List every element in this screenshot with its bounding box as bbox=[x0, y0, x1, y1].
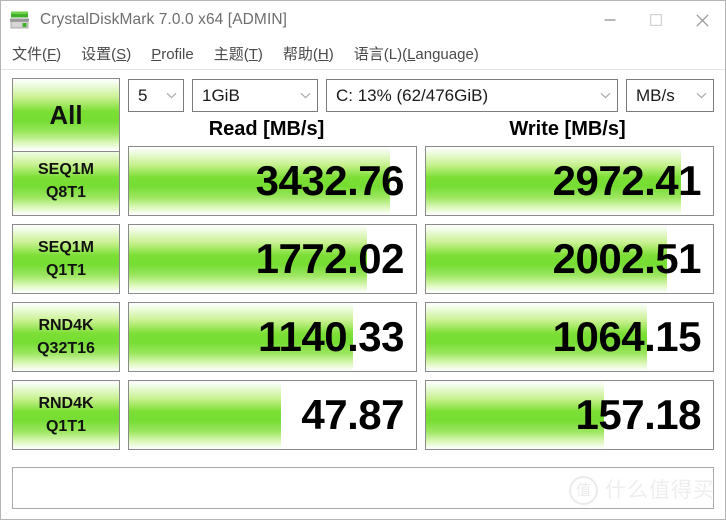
menu-item-theme[interactable]: 主题(T) bbox=[214, 47, 263, 62]
test-label-line1: RND4K bbox=[38, 316, 94, 334]
test-button-rnd4k-q1t1[interactable]: RND4K Q1T1 bbox=[12, 380, 120, 450]
unit-select[interactable]: MB/s bbox=[626, 78, 714, 112]
menu-item-help[interactable]: 帮助(H) bbox=[283, 47, 334, 62]
loop-count-value: 5 bbox=[138, 85, 148, 105]
write-column-header: Write [MB/s] bbox=[509, 118, 626, 140]
test-label-line1: SEQ1M bbox=[37, 160, 94, 178]
write-score-value: 2972.41 bbox=[552, 157, 702, 204]
read-score-value: 1140.33 bbox=[257, 313, 405, 360]
table-row: SEQ1M Q8T1 3432.76 2972.41 bbox=[12, 146, 714, 216]
chevron-down-icon bbox=[696, 86, 707, 104]
read-score-seq1m-q1t1: 1772.02 bbox=[128, 224, 417, 294]
write-score-rnd4k-q1t1: 157.18 bbox=[425, 380, 714, 450]
test-label-line1: RND4K bbox=[38, 394, 94, 412]
write-score-value: 157.18 bbox=[575, 391, 702, 438]
test-label-line2: Q1T1 bbox=[45, 261, 86, 279]
menu-bar: 文件(F) 设置(S) Profile 主题(T) 帮助(H) 语言(L)(La… bbox=[1, 39, 725, 70]
write-score-seq1m-q8t1: 2972.41 bbox=[425, 146, 714, 216]
write-score-rnd4k-q32t16: 1064.15 bbox=[425, 302, 714, 372]
test-button-seq1m-q1t1[interactable]: SEQ1M Q1T1 bbox=[12, 224, 120, 294]
menu-item-language[interactable]: 语言(L)(Language) bbox=[354, 47, 479, 62]
test-label-line2: Q8T1 bbox=[45, 183, 86, 201]
chevron-down-icon bbox=[600, 86, 611, 104]
test-label-line1: SEQ1M bbox=[37, 238, 94, 256]
menu-item-profile[interactable]: Profile bbox=[151, 47, 194, 62]
comment-input[interactable] bbox=[12, 467, 714, 509]
table-row: RND4K Q32T16 1140.33 1064.15 bbox=[12, 302, 714, 372]
read-score-rnd4k-q1t1: 47.87 bbox=[128, 380, 417, 450]
read-score-seq1m-q8t1: 3432.76 bbox=[128, 146, 417, 216]
bottom-area bbox=[1, 458, 725, 519]
window-title: CrystalDiskMark 7.0.0 x64 [ADMIN] bbox=[40, 11, 288, 28]
close-icon[interactable] bbox=[679, 1, 725, 39]
menu-item-file[interactable]: 文件(F) bbox=[12, 47, 61, 62]
read-score-rnd4k-q32t16: 1140.33 bbox=[128, 302, 417, 372]
read-score-value: 1772.02 bbox=[255, 235, 405, 282]
test-label-line2: Q1T1 bbox=[45, 417, 86, 435]
all-button-label: All bbox=[49, 100, 83, 130]
test-button-seq1m-q8t1[interactable]: SEQ1M Q8T1 bbox=[12, 146, 120, 216]
write-score-value: 2002.51 bbox=[552, 235, 702, 282]
table-row: RND4K Q1T1 47.87 157.18 bbox=[12, 380, 714, 450]
read-score-value: 3432.76 bbox=[255, 157, 405, 204]
all-button[interactable]: All bbox=[12, 78, 120, 152]
test-button-rnd4k-q32t16[interactable]: RND4K Q32T16 bbox=[12, 302, 120, 372]
unit-value: MB/s bbox=[636, 85, 675, 105]
loop-count-select[interactable]: 5 bbox=[128, 78, 184, 112]
crystaldiskmark-window: CrystalDiskMark 7.0.0 x64 [ADMIN] 文件(F) … bbox=[0, 0, 726, 520]
test-size-select[interactable]: 1GiB bbox=[192, 78, 318, 112]
write-score-seq1m-q1t1: 2002.51 bbox=[425, 224, 714, 294]
minimize-icon[interactable] bbox=[587, 1, 633, 39]
maximize-icon[interactable] bbox=[633, 1, 679, 39]
chevron-down-icon bbox=[166, 86, 177, 104]
results-table: SEQ1M Q8T1 3432.76 2972.41 SEQ1M Q1T1 17… bbox=[12, 146, 714, 450]
menu-item-settings[interactable]: 设置(S) bbox=[81, 47, 131, 62]
read-score-value: 47.87 bbox=[301, 391, 404, 438]
disk-drive-icon bbox=[9, 9, 31, 31]
window-controls bbox=[587, 1, 725, 39]
test-size-value: 1GiB bbox=[202, 85, 240, 105]
test-label-line2: Q32T16 bbox=[37, 339, 95, 357]
read-column-header: Read [MB/s] bbox=[208, 118, 325, 140]
chevron-down-icon bbox=[300, 86, 311, 104]
write-score-value: 1064.15 bbox=[552, 313, 702, 360]
drive-value: C: 13% (62/476GiB) bbox=[336, 85, 489, 105]
title-bar: CrystalDiskMark 7.0.0 x64 [ADMIN] bbox=[1, 1, 725, 39]
read-score-bar bbox=[129, 381, 282, 449]
table-row: SEQ1M Q1T1 1772.02 2002.51 bbox=[12, 224, 714, 294]
drive-select[interactable]: C: 13% (62/476GiB) bbox=[326, 78, 618, 112]
